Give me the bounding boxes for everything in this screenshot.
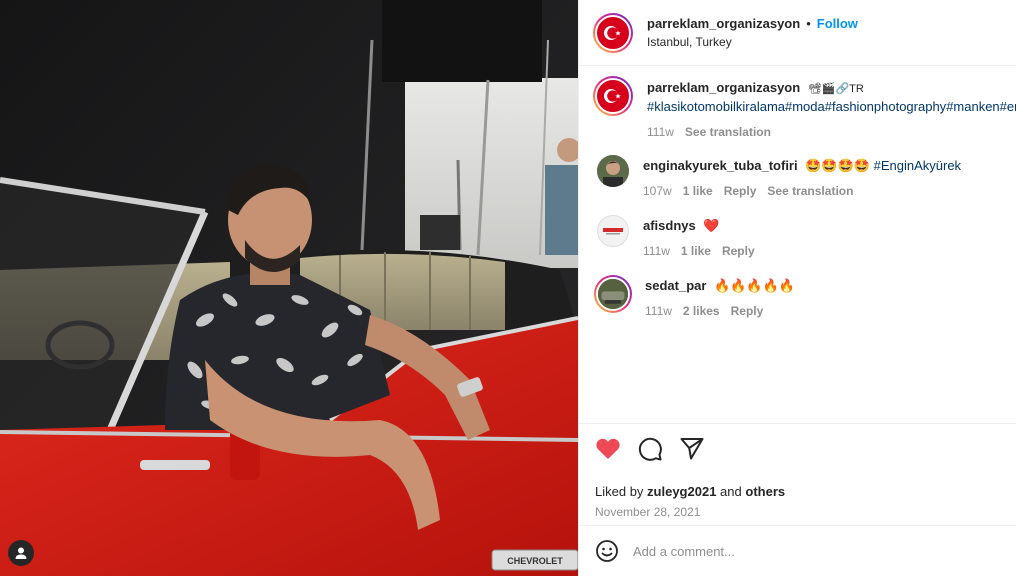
post-location[interactable]: Istanbul, Turkey (647, 35, 858, 49)
caption: parreklam_organizasyon 📽🎬🔗TR #klasikotom… (593, 76, 1016, 141)
post-image: CHEVROLET (0, 0, 578, 576)
comment-username[interactable]: enginakyurek_tuba_tofiri (643, 158, 798, 173)
hashtag-link[interactable]: #enginakyürek (1000, 99, 1016, 114)
heart-icon (596, 438, 620, 459)
share-button[interactable] (679, 436, 705, 462)
commenter-avatar[interactable] (597, 155, 629, 187)
hashtag-link[interactable]: #fashionphotography (825, 99, 946, 114)
post-date[interactable]: November 28, 2021 (595, 505, 1000, 519)
caption-time[interactable]: 111w (647, 123, 674, 141)
comment-item: sedat_par 🔥🔥🔥🔥🔥 111w 2 likes Reply (593, 275, 1002, 320)
car-badge: CHEVROLET (507, 556, 563, 566)
see-translation-button[interactable]: See translation (767, 182, 853, 200)
profile-photo (598, 279, 628, 309)
comment-item: enginakyurek_tuba_tofiri 🤩🤩🤩🤩 #EnginAkyü… (593, 155, 1002, 200)
post-photo[interactable]: CHEVROLET (0, 0, 578, 576)
commenter-avatar[interactable] (597, 215, 629, 247)
like-button[interactable] (595, 437, 621, 461)
hashtag-link[interactable]: #klasikotomobilkiralama (647, 99, 785, 114)
turkish-flag-icon (604, 89, 621, 103)
reply-button[interactable]: Reply (731, 302, 764, 320)
profile-logo (603, 228, 623, 235)
author-username[interactable]: parreklam_organizasyon (647, 16, 800, 31)
post-actions: Liked by zuleyg2021 and others November … (579, 423, 1016, 525)
emoji-icon (596, 540, 618, 562)
separator-dot: • (806, 16, 811, 31)
hashtag-link[interactable]: #moda (785, 99, 825, 114)
hashtag-link[interactable]: #manken (946, 99, 999, 114)
see-translation-button[interactable]: See translation (685, 123, 771, 141)
commenter-avatar[interactable] (594, 275, 632, 313)
emoji-button[interactable] (595, 539, 619, 563)
comment-item: afisdnys ❤️ 111w 1 like Reply (593, 215, 1002, 260)
comment-username[interactable]: sedat_par (645, 278, 706, 293)
liked-by-user[interactable]: zuleyg2021 (647, 484, 716, 499)
turkish-flag-icon (604, 25, 621, 40)
liked-by: Liked by zuleyg2021 and others (595, 484, 1000, 499)
comment-username[interactable]: afisdnys (643, 218, 696, 233)
profile-photo (597, 155, 629, 187)
comment-text: 🤩🤩🤩🤩 (805, 158, 870, 173)
comment-text: ❤️ (703, 218, 720, 233)
add-comment-bar (579, 525, 1016, 576)
liked-by-others[interactable]: others (745, 484, 785, 499)
comment-time[interactable]: 111w (645, 302, 672, 320)
follow-button[interactable]: Follow (817, 16, 858, 31)
post-header: parreklam_organizasyon • Follow Istanbul… (579, 0, 1016, 66)
caption-username[interactable]: parreklam_organizasyon (647, 80, 800, 95)
comment-input[interactable] (633, 543, 933, 559)
tagged-users-button[interactable] (8, 540, 34, 566)
author-avatar[interactable] (593, 12, 633, 53)
reply-button[interactable]: Reply (722, 242, 755, 260)
comment-likes[interactable]: 2 likes (683, 302, 720, 320)
post-side-panel: parreklam_organizasyon • Follow Istanbul… (578, 0, 1016, 576)
comment-button[interactable] (637, 436, 663, 462)
caption-avatar[interactable] (593, 76, 633, 116)
comment-likes[interactable]: 1 like (683, 182, 713, 200)
comment-text: 🔥🔥🔥🔥🔥 (714, 278, 795, 293)
liked-by-prefix: Liked by (595, 484, 644, 499)
comments-list[interactable]: parreklam_organizasyon 📽🎬🔗TR #klasikotom… (579, 66, 1016, 423)
comment-time[interactable]: 107w (643, 182, 672, 200)
comment-icon (638, 437, 662, 461)
caption-emoji: 📽🎬🔗TR (807, 83, 864, 95)
user-icon (15, 547, 27, 559)
liked-by-and: and (720, 484, 742, 499)
comment-time[interactable]: 111w (643, 242, 670, 260)
reply-button[interactable]: Reply (724, 182, 757, 200)
paper-plane-icon (680, 438, 704, 460)
comment-likes[interactable]: 1 like (681, 242, 711, 260)
caption-hashtags: #klasikotomobilkiralama#moda#fashionphot… (647, 98, 1016, 116)
comment-hashtag[interactable]: #EnginAkyürek (874, 158, 961, 173)
